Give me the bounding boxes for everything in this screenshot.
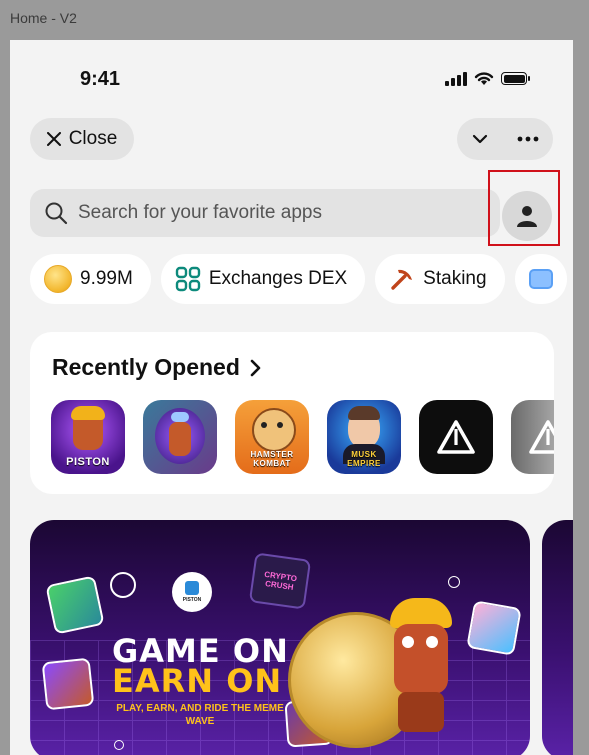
search-bar[interactable]: Search for your favorite apps bbox=[30, 189, 500, 237]
coin-icon bbox=[44, 265, 72, 293]
window-controls bbox=[457, 118, 553, 160]
chip-label: Staking bbox=[423, 268, 487, 289]
profile-avatar-button[interactable] bbox=[502, 191, 552, 241]
chip-exchanges-dex[interactable]: Exchanges DEX bbox=[160, 254, 366, 304]
wallet-icon bbox=[528, 269, 553, 289]
app-label: MUSK EMPIRE bbox=[347, 450, 381, 468]
phone-screen: 9:41 Close Search for your favorite apps bbox=[10, 40, 573, 755]
recent-apps-row: PISTON HAMSTER KOMBAT MUSK EMPIRE bbox=[51, 400, 554, 474]
ring-decoration bbox=[110, 572, 136, 598]
section-title: Recently Opened bbox=[52, 354, 240, 380]
status-icons bbox=[445, 71, 530, 86]
app-label: HAMSTER KOMBAT bbox=[250, 450, 294, 468]
app-icon-musk-empire[interactable]: MUSK EMPIRE bbox=[327, 400, 401, 474]
chevron-down-icon[interactable] bbox=[472, 134, 488, 144]
piston-logo-badge: PISTON bbox=[172, 572, 212, 612]
close-button[interactable]: Close bbox=[30, 118, 134, 160]
game-sticker-left bbox=[45, 575, 105, 635]
triangle-logo-icon bbox=[529, 420, 554, 454]
logo-text: PISTON bbox=[182, 597, 202, 603]
game-sticker-right bbox=[466, 600, 522, 656]
chip-balance[interactable]: 9.99M bbox=[30, 254, 151, 304]
game-sticker-left-bottom bbox=[41, 657, 95, 711]
search-input[interactable]: Search for your favorite apps bbox=[78, 202, 322, 224]
piston-icon bbox=[185, 581, 199, 595]
chip-label: Exchanges DEX bbox=[208, 268, 348, 289]
chip-partial[interactable] bbox=[514, 254, 567, 304]
crypto-crush-sticker: CRYPTO CRUSH bbox=[248, 552, 312, 610]
wifi-icon bbox=[474, 72, 494, 85]
frame-label: Home - V2 bbox=[10, 10, 77, 26]
status-time: 9:41 bbox=[80, 68, 121, 90]
search-icon bbox=[45, 202, 68, 225]
cellular-signal-icon bbox=[445, 71, 467, 86]
recently-opened-card: Recently Opened PISTON HAMSTER KOMBAT MU… bbox=[30, 332, 554, 494]
battery-icon bbox=[501, 72, 530, 85]
promo-banner[interactable]: PISTON CRYPTO CRUSH GAME ON EARN ON PLAY… bbox=[30, 520, 530, 755]
user-icon bbox=[517, 206, 537, 227]
close-icon bbox=[46, 132, 61, 146]
mascot-character bbox=[382, 598, 460, 748]
chevron-right-icon bbox=[250, 359, 261, 376]
pickaxe-icon bbox=[391, 269, 413, 290]
chip-label: 9.99M bbox=[80, 268, 133, 289]
triangle-logo-icon bbox=[437, 420, 475, 454]
recently-opened-header[interactable]: Recently Opened bbox=[52, 354, 262, 381]
exchange-icon bbox=[175, 266, 201, 292]
close-label: Close bbox=[68, 128, 118, 149]
app-icon-warning-app-alt[interactable] bbox=[511, 400, 554, 474]
chip-staking[interactable]: Staking bbox=[375, 254, 505, 304]
app-label: PISTON bbox=[66, 456, 110, 468]
banner-tagline: PLAY, EARN, AND RIDE THE MEME WAVE bbox=[116, 703, 284, 727]
app-icon-warning-app[interactable] bbox=[419, 400, 493, 474]
banner-headline-secondary: EARN ON bbox=[112, 662, 283, 700]
category-chips: 9.99M Exchanges DEX Staking bbox=[30, 254, 567, 304]
app-icon-piston[interactable]: PISTON bbox=[51, 400, 125, 474]
more-options-icon[interactable] bbox=[517, 136, 539, 142]
next-banner-peek[interactable] bbox=[542, 520, 573, 755]
app-icon-piston-alt[interactable] bbox=[143, 400, 217, 474]
ring-decoration bbox=[114, 740, 124, 750]
sticker-text: CRYPTO CRUSH bbox=[263, 569, 298, 592]
ring-decoration bbox=[448, 576, 460, 588]
app-icon-hamster-kombat[interactable]: HAMSTER KOMBAT bbox=[235, 400, 309, 474]
